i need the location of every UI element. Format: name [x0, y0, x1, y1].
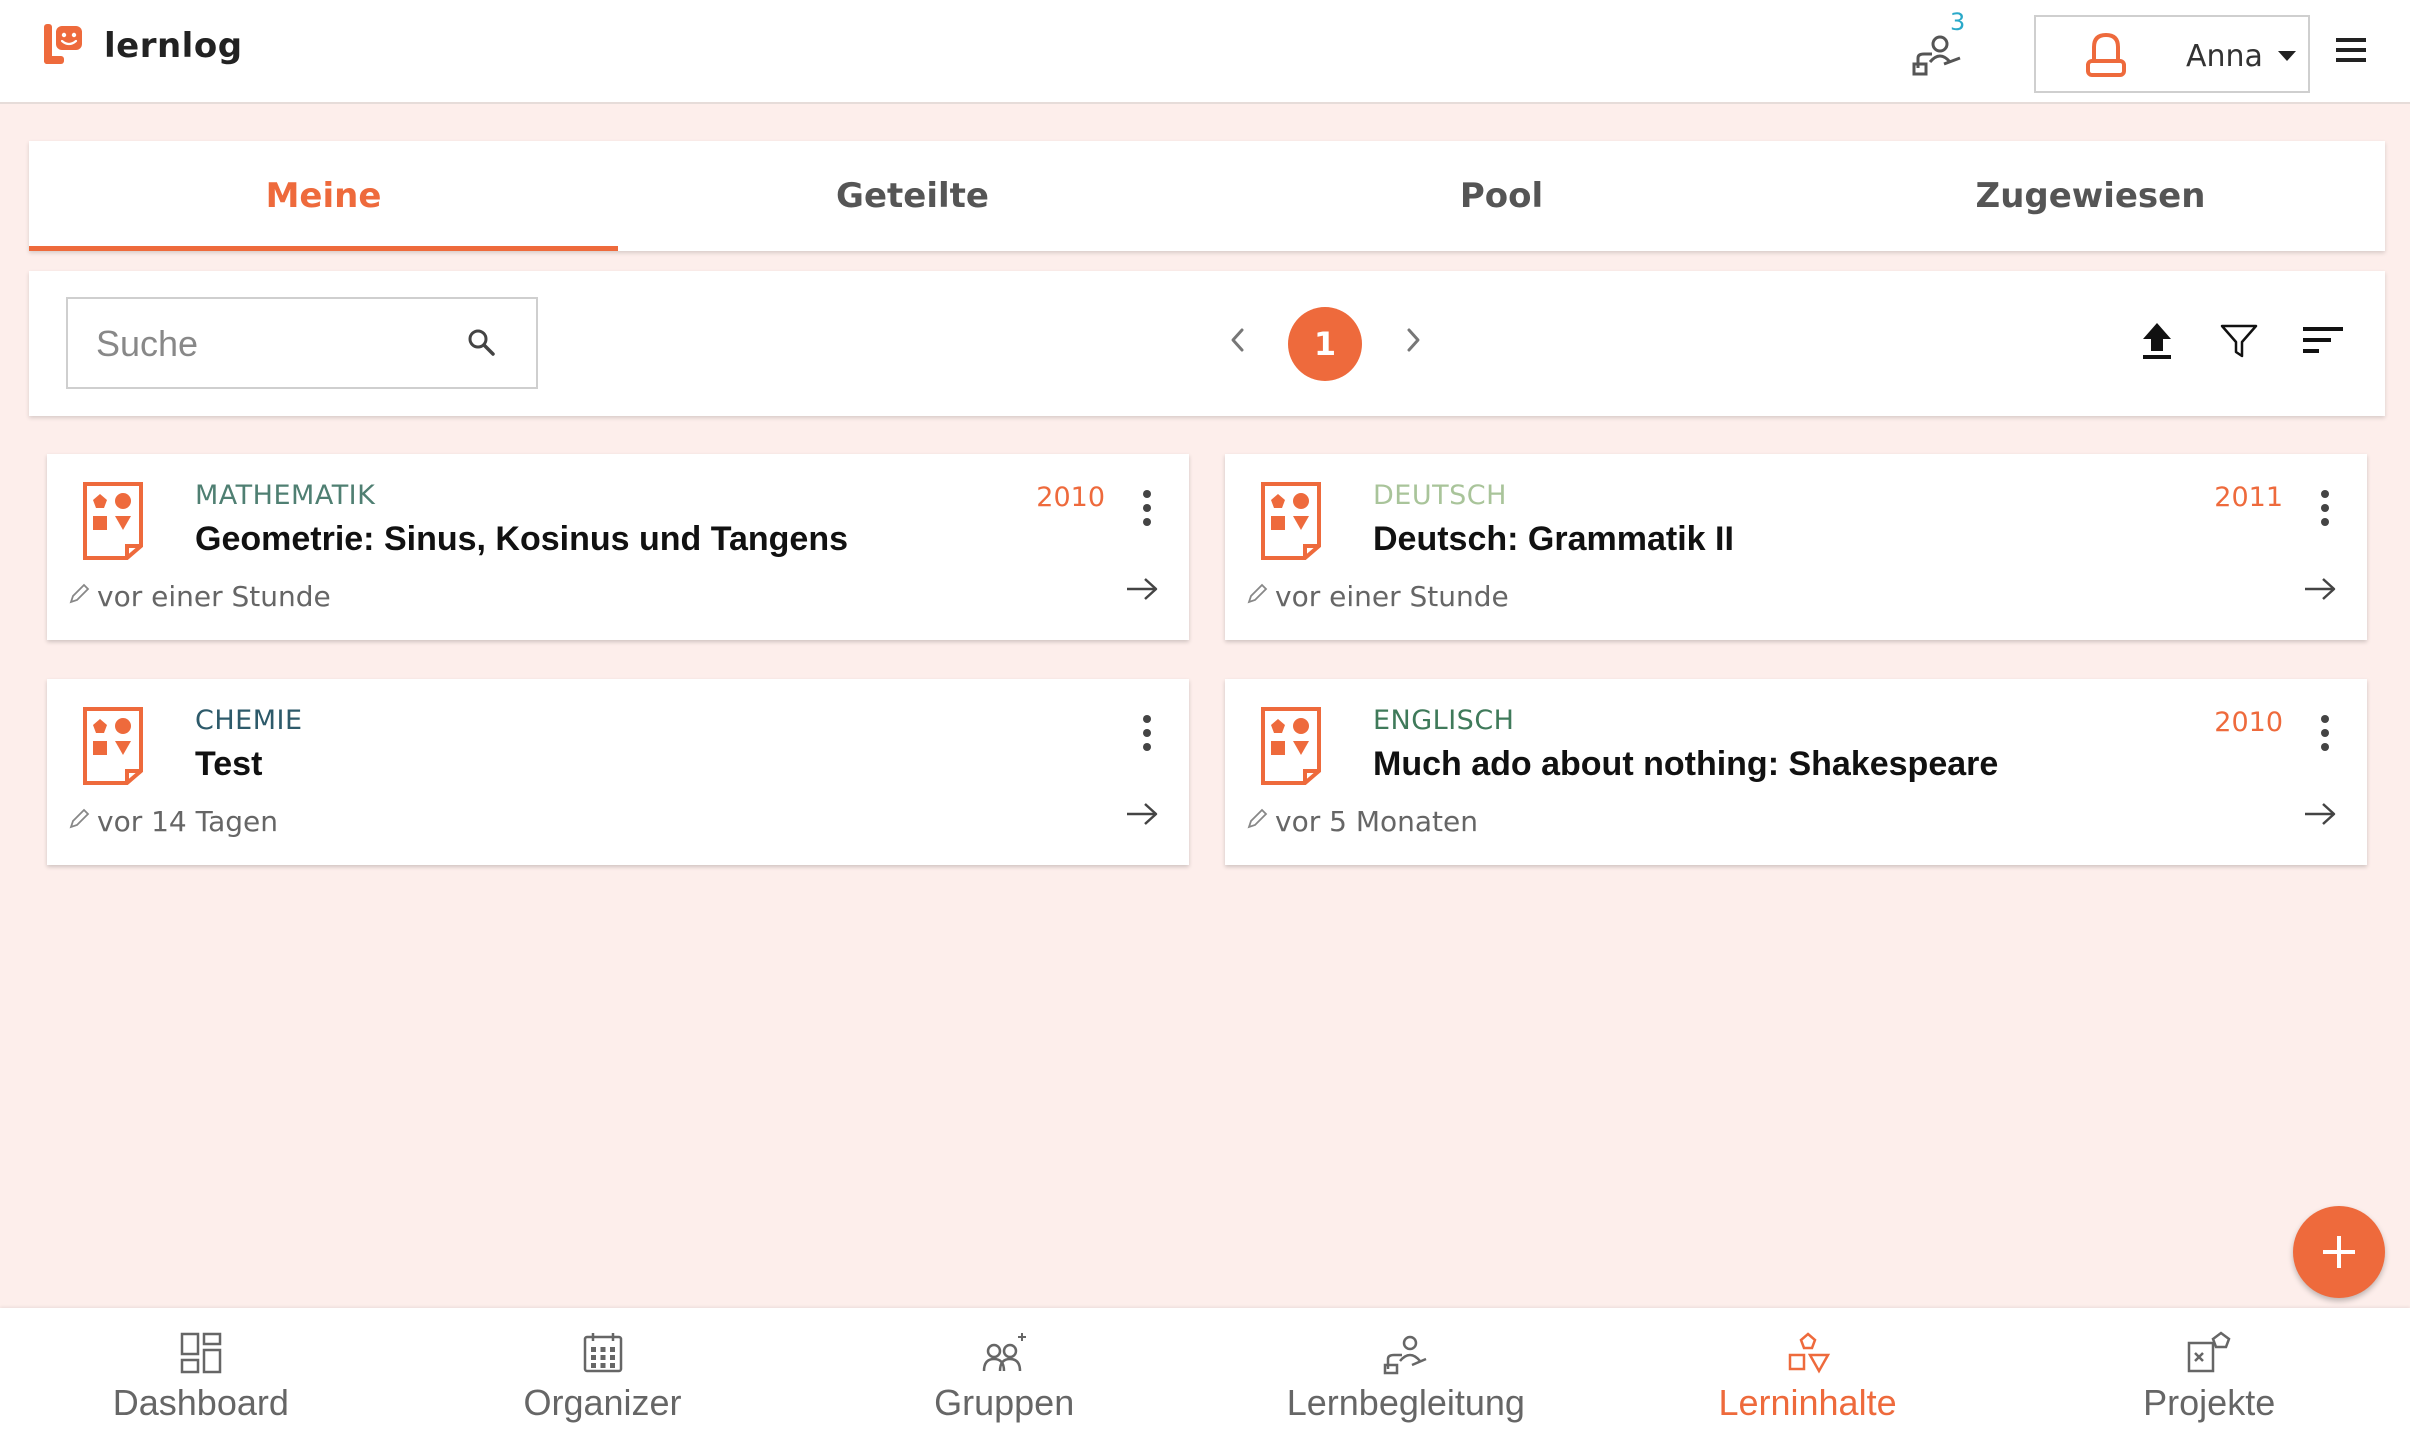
avatar-icon [2086, 32, 2126, 77]
card-year: 2010 [2214, 707, 2283, 738]
card-title: Test [195, 745, 263, 783]
card-modified-time: vor einer Stunde [97, 580, 331, 613]
card-title: Geometrie: Sinus, Kosinus und Tangens [195, 520, 849, 558]
learning-content-card[interactable]: CHEMIE Test vor 14 Tagen [47, 679, 1189, 865]
pencil-icon [1247, 808, 1268, 829]
caret-down-icon [2278, 51, 2296, 61]
page-number-button[interactable]: 1 [1288, 307, 1362, 381]
arrow-right-icon[interactable] [1125, 801, 1159, 827]
dashboard-icon [180, 1332, 222, 1374]
arrow-right-icon[interactable] [2303, 801, 2337, 827]
card-year: 2011 [2214, 482, 2283, 513]
more-options-icon[interactable] [1143, 490, 1153, 526]
mentoring-icon [1383, 1335, 1427, 1375]
list-toolbar: 1 [29, 271, 2385, 416]
card-subject: ENGLISCH [1373, 705, 1515, 736]
arrow-right-icon[interactable] [2303, 576, 2337, 602]
content-tabs: Meine Geteilte Pool Zugewiesen [29, 141, 2385, 251]
card-subject: MATHEMATIK [195, 480, 376, 511]
card-year: 2010 [1036, 482, 1105, 513]
pencil-icon [69, 808, 90, 829]
nav-label: Lerninhalte [1718, 1382, 1897, 1423]
more-options-icon[interactable] [2321, 715, 2331, 751]
tab-meine[interactable]: Meine [29, 141, 618, 251]
top-bar: lernlog 3 Anna [0, 0, 2410, 104]
chevron-left-icon[interactable] [1227, 325, 1249, 355]
user-menu-dropdown[interactable]: Anna [2034, 15, 2310, 93]
upload-icon[interactable] [2139, 321, 2175, 361]
tab-geteilte[interactable]: Geteilte [618, 141, 1207, 251]
calendar-icon [583, 1333, 622, 1373]
group-icon [982, 1333, 1027, 1372]
search-box [66, 297, 538, 389]
arrow-right-icon[interactable] [1125, 576, 1159, 602]
lernlog-logo-icon [44, 24, 82, 64]
card-title: Deutsch: Grammatik II [1373, 520, 1734, 558]
search-input[interactable] [96, 319, 436, 369]
pencil-icon [69, 583, 90, 604]
projects-icon [2187, 1331, 2231, 1373]
nav-item-projekte[interactable]: Projekte [2008, 1308, 2410, 1436]
learning-content-card[interactable]: MATHEMATIK Geometrie: Sinus, Kosinus und… [47, 454, 1189, 640]
learning-content-icon [83, 482, 143, 560]
pencil-icon [1247, 583, 1268, 604]
more-options-icon[interactable] [1143, 715, 1153, 751]
tab-pool[interactable]: Pool [1207, 141, 1796, 251]
nav-item-dashboard[interactable]: Dashboard [0, 1308, 402, 1436]
card-subject: CHEMIE [195, 705, 303, 736]
card-modified-time: vor 14 Tagen [97, 805, 279, 838]
nav-label: Organizer [523, 1382, 682, 1423]
notification-count-badge: 3 [1950, 8, 1966, 36]
user-name: Anna [2186, 39, 2263, 74]
nav-item-gruppen[interactable]: Gruppen [803, 1308, 1205, 1436]
learning-content-card[interactable]: ENGLISCH Much ado about nothing: Shakesp… [1225, 679, 2367, 865]
nav-label: Dashboard [112, 1382, 289, 1423]
nav-label: Lernbegleitung [1286, 1382, 1525, 1423]
card-modified-time: vor einer Stunde [1275, 580, 1509, 613]
tab-zugewiesen[interactable]: Zugewiesen [1796, 141, 2385, 251]
learning-content-icon [1261, 707, 1321, 785]
learning-content-icon [1261, 482, 1321, 560]
learning-content-icon [1788, 1332, 1830, 1374]
filter-icon[interactable] [2219, 323, 2259, 359]
add-content-button[interactable] [2293, 1206, 2385, 1298]
learning-content-icon [83, 707, 143, 785]
app-logo[interactable]: lernlog [44, 24, 243, 68]
plus-icon [2323, 1236, 2355, 1268]
card-subject: DEUTSCH [1373, 480, 1507, 511]
nav-label: Gruppen [934, 1382, 1075, 1423]
learning-content-card[interactable]: DEUTSCH Deutsch: Grammatik II 2011 vor e… [1225, 454, 2367, 640]
nav-item-organizer[interactable]: Organizer [402, 1308, 804, 1436]
nav-item-lernbegleitung[interactable]: Lernbegleitung [1205, 1308, 1607, 1436]
hamburger-menu-icon[interactable] [2336, 38, 2366, 62]
card-title: Much ado about nothing: Shakespeare [1373, 745, 1999, 783]
chevron-right-icon[interactable] [1402, 325, 1424, 355]
app-name: lernlog [104, 26, 243, 66]
more-options-icon[interactable] [2321, 490, 2331, 526]
search-icon[interactable] [466, 327, 498, 359]
nav-item-lerninhalte[interactable]: Lerninhalte [1607, 1308, 2009, 1436]
sort-icon[interactable] [2303, 325, 2343, 355]
nav-label: Projekte [2143, 1382, 2276, 1423]
bottom-navigation: Dashboard Organizer Gruppen Lernbegleitu… [0, 1308, 2410, 1436]
card-modified-time: vor 5 Monaten [1275, 805, 1478, 838]
